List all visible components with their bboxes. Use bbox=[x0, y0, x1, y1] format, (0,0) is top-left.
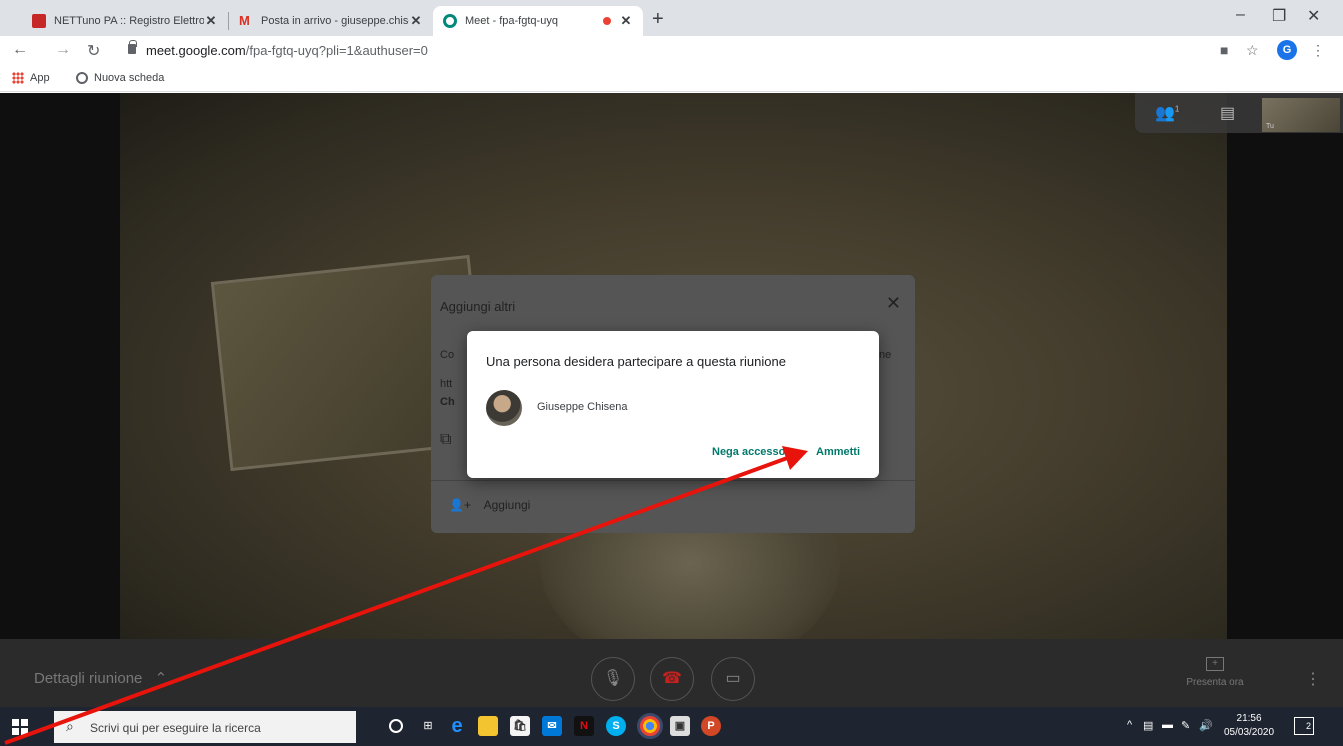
forward-icon[interactable]: → bbox=[55, 41, 71, 59]
netflix-icon[interactable]: N bbox=[574, 716, 594, 736]
meet-icon bbox=[443, 14, 457, 28]
cortana-icon[interactable] bbox=[389, 719, 403, 733]
notification-icon[interactable]: 2 bbox=[1294, 717, 1314, 735]
windows-taskbar: ⌕ Scrivi qui per eseguire la ricerca ⊞ e… bbox=[0, 707, 1343, 746]
address-bar[interactable]: meet.google.com/fpa-fgtq-uyq?pli=1&authu… bbox=[146, 43, 428, 58]
powerpoint-icon[interactable]: P bbox=[701, 716, 721, 736]
divider bbox=[431, 480, 915, 481]
tab-title: Meet - fpa-fgtq-uyq bbox=[465, 15, 558, 27]
edge-icon[interactable]: e bbox=[447, 716, 467, 736]
keyboard-icon[interactable]: ▤ bbox=[1143, 719, 1153, 732]
skype-icon[interactable]: S bbox=[606, 716, 626, 736]
people-icon[interactable]: 👥1 bbox=[1155, 103, 1179, 123]
self-label: Tu bbox=[1266, 123, 1274, 130]
video-camera-icon: ▭ bbox=[725, 670, 741, 687]
bookmark-label: Nuova scheda bbox=[94, 72, 165, 84]
search-icon: ⌕ bbox=[66, 718, 74, 734]
browser-tab-strip: NETTuno PA :: Registro Elettronic ✕ M Po… bbox=[0, 0, 1343, 36]
obscured-link: htt bbox=[440, 378, 453, 390]
close-tab-icon[interactable]: ✕ bbox=[409, 13, 423, 29]
url-path: /fpa-fgtq-uyq?pli=1&authuser=0 bbox=[245, 43, 428, 58]
new-tab-button[interactable]: + bbox=[652, 8, 664, 31]
admit-request-dialog: Una persona desidera partecipare a quest… bbox=[467, 331, 879, 478]
restore-icon[interactable]: ❐ bbox=[1272, 6, 1286, 26]
tab-title: Posta in arrivo - giuseppe.chisen bbox=[261, 15, 409, 27]
self-view-thumbnail[interactable]: Tu bbox=[1262, 98, 1340, 132]
gmail-icon: M bbox=[239, 13, 250, 28]
people-count: 1 bbox=[1174, 104, 1180, 114]
volume-icon[interactable]: 🔊 bbox=[1199, 719, 1213, 732]
window-close-icon[interactable]: ✕ bbox=[1307, 6, 1320, 26]
chrome-icon[interactable] bbox=[637, 713, 663, 739]
lock-icon bbox=[128, 40, 137, 54]
windows-start-icon[interactable] bbox=[12, 719, 28, 735]
search-placeholder: Scrivi qui per eseguire la ricerca bbox=[90, 721, 261, 735]
tab-nettuno[interactable]: NETTuno PA :: Registro Elettronic ✕ bbox=[22, 6, 228, 36]
camera-button[interactable]: ▭ bbox=[711, 657, 755, 701]
obscured-text: Co bbox=[440, 349, 455, 361]
star-icon[interactable]: ☆ bbox=[1246, 42, 1259, 59]
close-tab-icon[interactable]: ✕ bbox=[204, 13, 218, 29]
hang-up-button[interactable]: ☎ bbox=[650, 657, 694, 701]
file-explorer-icon[interactable] bbox=[478, 716, 498, 736]
present-now-button[interactable]: + Presenta ora bbox=[1183, 657, 1247, 688]
admit-button[interactable]: Ammetti bbox=[816, 446, 860, 458]
profile-avatar[interactable]: G bbox=[1277, 40, 1297, 60]
obscured-text: Ch bbox=[440, 396, 455, 408]
clock-date: 05/03/2020 bbox=[1224, 727, 1275, 738]
bookmarks-bar: App Nuova scheda bbox=[0, 66, 1343, 92]
close-tab-icon[interactable]: ✕ bbox=[619, 13, 633, 29]
taskbar-search-box[interactable]: ⌕ Scrivi qui per eseguire la ricerca bbox=[54, 711, 356, 743]
clock-time: 21:56 bbox=[1236, 713, 1262, 724]
meet-bottom-bar: Dettagli riunione ⌃ 🎙 ☎ ▭ + Presenta ora… bbox=[0, 639, 1343, 707]
task-view-icon[interactable]: ⊞ bbox=[418, 716, 438, 736]
notification-count: 2 bbox=[1305, 721, 1311, 731]
present-icon: + bbox=[1206, 657, 1224, 671]
tab-title: NETTuno PA :: Registro Elettronic bbox=[54, 15, 204, 27]
admit-message: Una persona desidera partecipare a quest… bbox=[486, 354, 786, 369]
chat-icon[interactable]: ▤ bbox=[1220, 103, 1235, 123]
menu-dots-icon[interactable]: ⋮ bbox=[1311, 42, 1325, 59]
url-host: meet.google.com bbox=[146, 43, 246, 58]
pen-icon[interactable]: ✎ bbox=[1181, 719, 1190, 732]
copy-icon: ⧉ bbox=[440, 431, 452, 448]
add-person-row[interactable]: 👤+ Aggiungi bbox=[449, 498, 530, 512]
microphone-button[interactable]: 🎙 bbox=[591, 657, 635, 701]
globe-icon bbox=[76, 72, 88, 84]
meeting-details-label: Dettagli riunione bbox=[34, 670, 143, 687]
chevron-up-tray-icon[interactable]: ^ bbox=[1127, 719, 1132, 731]
tab-meet[interactable]: Meet - fpa-fgtq-uyq ✕ bbox=[433, 6, 643, 36]
shield-icon bbox=[32, 14, 46, 28]
reload-icon[interactable]: ↻ bbox=[87, 41, 100, 61]
back-icon[interactable]: ← bbox=[12, 41, 28, 59]
bookmark-label: App bbox=[30, 72, 50, 84]
recording-dot-icon bbox=[603, 17, 611, 25]
bookmark-new-tab[interactable]: Nuova scheda bbox=[76, 72, 164, 84]
tab-gmail[interactable]: M Posta in arrivo - giuseppe.chisen ✕ bbox=[229, 6, 433, 36]
network-icon[interactable]: ▬ bbox=[1162, 719, 1173, 731]
microphone-icon: 🎙 bbox=[602, 670, 624, 687]
add-person-icon: 👤+ bbox=[449, 498, 471, 512]
store-icon[interactable]: 🛍 bbox=[510, 716, 530, 736]
apps-grid-icon bbox=[12, 72, 24, 84]
add-dialog-title: Aggiungi altri bbox=[440, 299, 516, 314]
chevron-up-icon: ⌃ bbox=[154, 670, 168, 687]
requester-name: Giuseppe Chisena bbox=[537, 401, 628, 413]
camera-indicator-icon[interactable]: ■ bbox=[1220, 42, 1228, 58]
mail-icon[interactable]: ✉ bbox=[542, 716, 562, 736]
meeting-details-button[interactable]: Dettagli riunione ⌃ bbox=[34, 669, 167, 687]
obscured-text: ne bbox=[879, 349, 892, 361]
taskbar-clock[interactable]: 21:56 05/03/2020 bbox=[1224, 712, 1274, 740]
deny-access-button[interactable]: Nega accesso bbox=[712, 446, 785, 458]
close-icon[interactable]: ✕ bbox=[886, 293, 901, 314]
minimize-icon[interactable]: – bbox=[1236, 6, 1245, 24]
app-window-icon[interactable]: ▣ bbox=[670, 716, 690, 736]
add-person-label: Aggiungi bbox=[483, 498, 531, 512]
more-options-icon[interactable]: ⋮ bbox=[1305, 669, 1321, 689]
present-label: Presenta ora bbox=[1186, 677, 1244, 688]
phone-hangup-icon: ☎ bbox=[662, 670, 682, 687]
browser-toolbar: ← → ↻ meet.google.com/fpa-fgtq-uyq?pli=1… bbox=[0, 36, 1343, 66]
bookmark-apps[interactable]: App bbox=[12, 72, 50, 84]
requester-avatar bbox=[486, 390, 522, 426]
